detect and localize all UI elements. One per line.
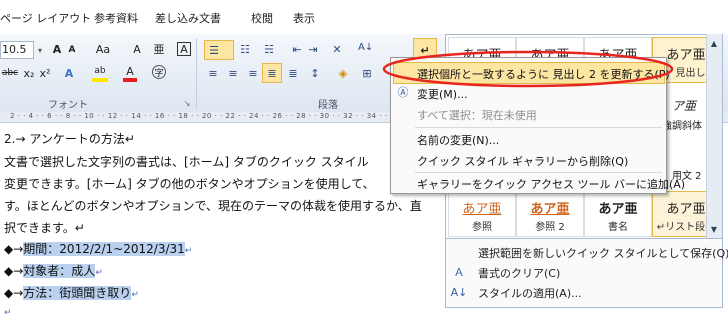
superscript-icon[interactable]: x² [38,66,52,80]
doc-heading: 2.→ アンケートの方法↵ [4,132,135,146]
bullet-text: 対象者：成人 [23,264,96,278]
align-right-icon[interactable]: ≡ [246,66,260,80]
subscript-icon[interactable]: x₂ [22,66,36,80]
doc-line-4: 択できます。↵ [4,221,85,235]
style-name: 書名 [608,222,628,233]
bullet-mark: ◆→ [4,264,24,278]
justify-button[interactable]: ≣ [262,63,282,83]
style-sample-italic[interactable]: ア亜 [672,97,696,114]
gallery-menu: 選択範囲を新しいクイック スタイルとして保存(Q)... Ａ 書式のクリア(C)… [445,238,728,308]
strikethrough-icon[interactable]: abc [0,66,20,80]
menu-separator [415,172,662,173]
group-separator [196,38,197,108]
style-name: 参照 2 [535,222,565,233]
decrease-indent-icon[interactable]: ⇤ [290,42,304,56]
style-tile-reference-2[interactable]: あア亜 参照 2 [516,191,584,237]
doc-line-2: 変更できます。[ホーム] タブの他のボタンやオプションを使用して、 [4,177,375,191]
line-spacing-icon[interactable]: ↕ [308,66,322,80]
align-left-icon[interactable]: ≡ [206,66,220,80]
clear-formatting-item[interactable]: 書式のクリア(C) [478,265,560,281]
scroll-down-icon[interactable]: ▼ [707,222,721,236]
tab-view[interactable]: 表示 [293,10,315,26]
tab-references[interactable]: 参考資料 [94,10,138,26]
paragraph-mark: ↵ [184,246,193,256]
paragraph-mark: ↵ [95,268,103,278]
gallery-scrollbar[interactable]: ▲ ▼ [706,34,722,239]
apply-styles-icon: A↓ [450,285,468,299]
paragraph-mark: ↵ [131,290,139,300]
apply-styles-item[interactable]: スタイルの適用(A)... [478,285,582,301]
font-size-value: 10.5 [2,43,27,56]
scroll-up-icon[interactable]: ▲ [707,36,721,50]
bullets-button[interactable]: ☰ [204,40,234,60]
highlight-icon[interactable]: ab [92,64,108,82]
bullets-icon: ☰ [209,43,219,57]
font-color-icon[interactable]: A [123,64,137,82]
increase-indent-icon[interactable]: ⇥ [306,42,320,56]
bullet-item: ◆→期間：2012/2/1~2012/3/31↵ [4,240,192,257]
paragraph-group-label: 段落 [318,100,338,111]
clear-format-icon: Ａ [453,266,465,279]
bullet-item: ◆→対象者：成人↵ [4,262,103,279]
justify-icon: ≣ [267,66,277,80]
text-effects-icon[interactable]: A [62,66,76,80]
font-group-label: フォント [48,100,88,111]
tab-page-layout[interactable]: ページ レイアウト [0,10,91,26]
sort-icon[interactable]: A↓ [358,42,373,53]
menu-separator [415,127,662,128]
style-tile-book-title[interactable]: あア亜 書名 [584,191,652,237]
doc-line-1: 文書で選択した文字列の書式は、[ホーム] タブのクイック スタイル [4,155,369,169]
change-case-icon[interactable]: Aa [93,42,113,56]
remove-from-gallery-item[interactable]: クイック スタイル ギャラリーから削除(Q) [417,153,628,169]
tab-review[interactable]: 校閲 [251,10,273,26]
font-size-dropdown-icon[interactable]: ▾ [33,43,47,57]
style-name-emphasis[interactable]: 強調斜体 [662,117,702,132]
align-center-icon[interactable]: ≡ [226,66,240,80]
shading-icon[interactable]: ◈ [336,66,350,80]
add-to-quick-access-item[interactable]: ギャラリーをクイック アクセス ツール バーに追加(A) [417,176,685,192]
select-all-item: すべて選択：現在未使用 [417,109,537,122]
asian-layout-icon[interactable]: ✕ [330,42,344,56]
enclose-char-icon[interactable]: 字 [152,65,166,79]
shrink-font-icon[interactable]: A [65,43,79,57]
empty-paragraph-mark: ↵ [4,308,12,318]
doc-line-3: す。ほとんどのボタンやオプションで、現在のテーマの体裁を使用するか、直 [4,199,422,213]
grow-font-icon[interactable]: A [50,42,64,56]
distributed-icon[interactable]: ≣ [286,66,300,80]
style-sample: あア亜 [530,202,570,217]
style-sample: あア亜 [598,202,638,217]
font-size-box[interactable]: 10.5 [0,41,34,59]
style-tile-reference[interactable]: あア亜 参照 [448,191,516,237]
tab-mailings[interactable]: 差し込み文書 [155,10,221,26]
bullet-text: 方法：街頭聞き取り [23,286,132,300]
ribbon-tab-bar: ページ レイアウト 参考資料 差し込み文書 校閲 表示 [0,0,728,34]
style-sample: あア亜 [462,202,502,217]
bullet-item: ◆→方法：街頭聞き取り↵ [4,284,139,301]
ruby-icon[interactable]: 亜 [152,42,166,56]
multilevel-list-icon[interactable]: ☵ [262,42,276,56]
annotation-ring [382,50,674,88]
bullet-text: 期間：2012/2/1~2012/3/31 [23,242,185,256]
borders-icon[interactable]: ⊞ [360,66,374,80]
clear-format-icon[interactable]: A [130,42,144,56]
bullet-mark: ◆→ [4,242,24,256]
char-border-icon[interactable]: A [177,42,191,56]
numbering-icon[interactable]: ☷ [238,42,252,56]
bullet-mark: ◆→ [4,286,24,300]
rename-item[interactable]: 名前の変更(N)... [417,132,499,148]
save-as-quick-style-item[interactable]: 選択範囲を新しいクイック スタイルとして保存(Q)... [478,245,728,261]
style-name: 参照 [472,222,492,233]
annotation-ellipse [382,50,674,88]
font-dialog-launcher-icon[interactable]: ↘ [180,96,194,110]
